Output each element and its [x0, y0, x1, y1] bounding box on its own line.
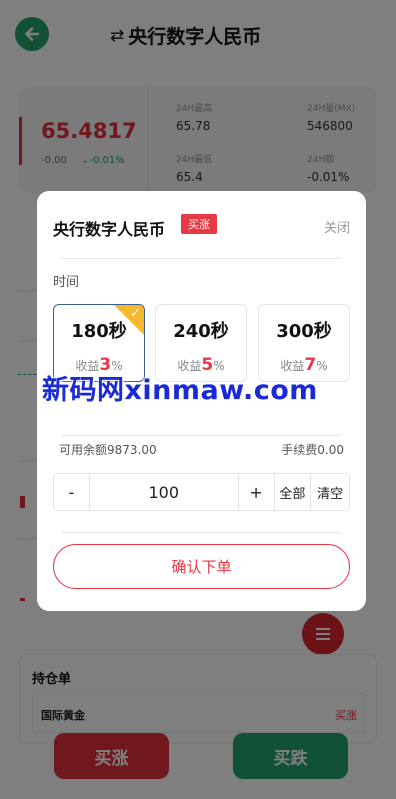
option-time: 300秒	[276, 321, 332, 342]
minus-button[interactable]: -	[54, 474, 90, 510]
amount-stepper: - 100 + 全部 清空	[53, 473, 350, 511]
clear-button[interactable]: 清空	[311, 474, 349, 510]
plus-button[interactable]: +	[239, 474, 275, 510]
option-time: 240秒	[173, 321, 229, 342]
time-label: 时间	[53, 275, 80, 290]
available-balance: 可用余额9873.00	[59, 443, 157, 457]
modal-title: 央行数字人民币	[53, 220, 166, 239]
close-button[interactable]: 关闭	[324, 217, 350, 236]
all-button[interactable]: 全部	[275, 474, 312, 510]
amount-input[interactable]: 100	[90, 474, 239, 510]
divider	[61, 258, 341, 259]
option-time: 180秒	[71, 321, 127, 342]
direction-badge: 买涨	[181, 214, 217, 234]
confirm-order-button[interactable]: 确认下单	[53, 544, 350, 589]
watermark: 新码网xinmaw.com	[42, 375, 318, 406]
divider	[61, 532, 341, 533]
fee: 手续费0.00	[281, 443, 344, 457]
divider	[61, 435, 341, 436]
